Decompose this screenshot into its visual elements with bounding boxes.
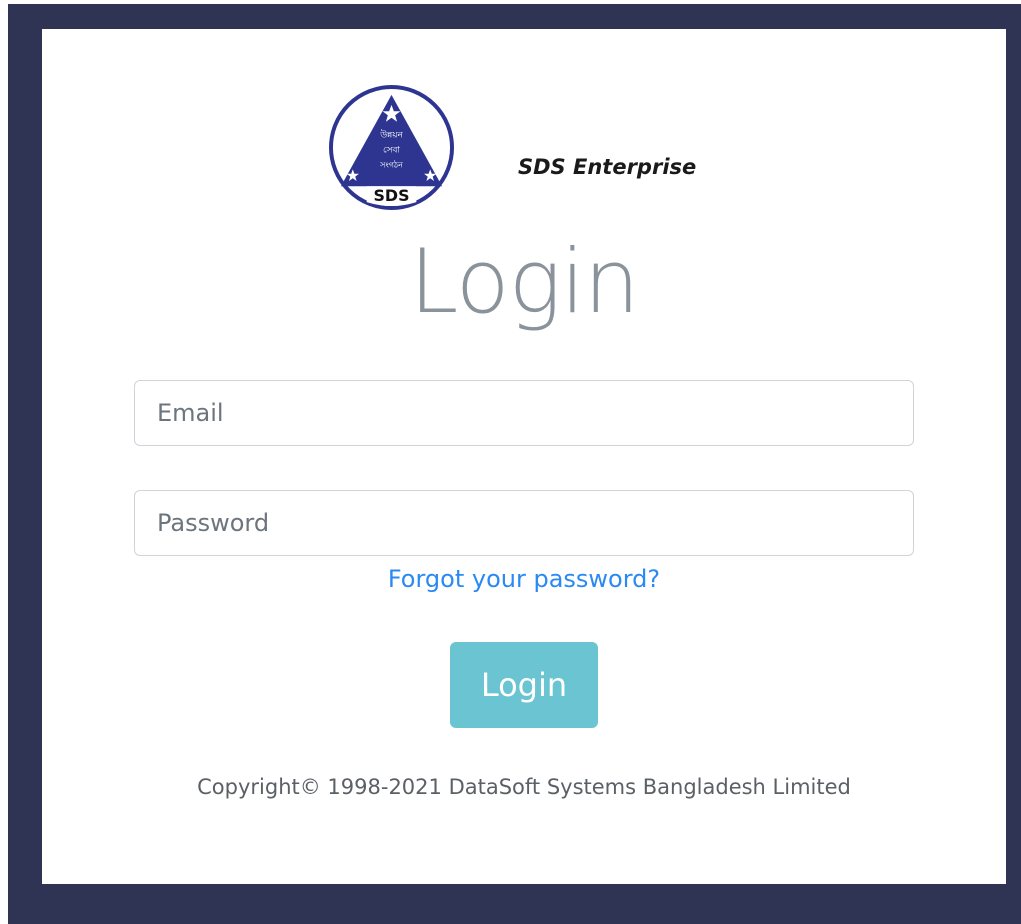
logo-bangla-line-2: সেবা <box>383 145 400 155</box>
email-field[interactable] <box>134 380 914 446</box>
brand-name: SDS Enterprise <box>518 155 697 179</box>
forgot-password-link[interactable]: Forgot your password? <box>42 565 1006 593</box>
logo-bangla-line-1: উন্নয়ন <box>379 129 403 141</box>
copyright-text: Copyright© 1998-2021 DataSoft Systems Ba… <box>197 775 851 799</box>
logo-text: SDS <box>373 186 409 205</box>
logo-bangla-line-3: সংগঠন <box>379 159 403 169</box>
login-button[interactable]: Login <box>450 642 598 728</box>
sds-logo-icon: উন্নয়ন সেবা সংগঠন SDS <box>328 84 455 211</box>
page-title: Login <box>409 230 639 333</box>
login-card: উন্নয়ন সেবা সংগঠন SDS SDS Enterprise Lo… <box>42 29 1006 884</box>
password-field[interactable] <box>134 490 914 556</box>
